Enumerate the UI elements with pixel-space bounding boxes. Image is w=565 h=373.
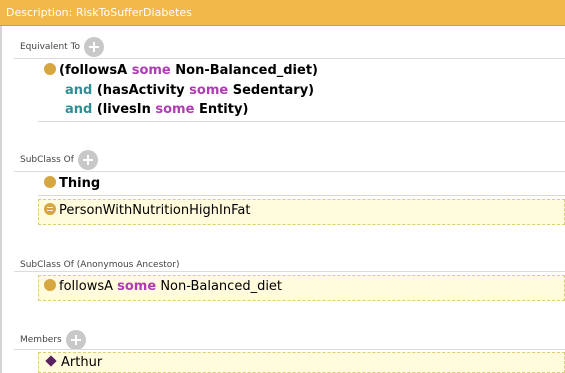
section-divider bbox=[14, 271, 565, 272]
members-header: Members bbox=[20, 330, 86, 350]
expr-text: (hasActivity bbox=[92, 83, 190, 98]
class-name: Thing bbox=[59, 176, 101, 191]
section-divider bbox=[14, 349, 565, 350]
section-divider bbox=[14, 171, 565, 172]
expr-text: Non-Balanced_diet bbox=[156, 279, 283, 294]
class-name: PersonWithNutritionHighInFat bbox=[59, 203, 251, 218]
expr-text: Entity) bbox=[194, 102, 249, 117]
equivalent-class-icon bbox=[44, 203, 56, 215]
equivalent-to-header: Equivalent To bbox=[20, 37, 105, 57]
description-title: Description: RiskToSufferDiabetes bbox=[6, 6, 192, 19]
member-item-highlight bbox=[38, 352, 565, 373]
subclass-of-header: SubClass Of bbox=[20, 150, 98, 170]
individual-name: Arthur bbox=[61, 355, 103, 370]
expr-text: (livesIn bbox=[92, 102, 156, 117]
class-dot-icon bbox=[44, 176, 56, 188]
section-divider bbox=[14, 58, 565, 59]
add-member-plus-icon[interactable] bbox=[65, 330, 86, 350]
subclass-item-thing[interactable]: Thing bbox=[44, 176, 100, 191]
expr-text: (followsA bbox=[59, 63, 132, 78]
equivalent-expression-line-3: and (livesIn some Entity) bbox=[65, 102, 248, 117]
keyword-some: some bbox=[155, 102, 195, 117]
class-dot-icon bbox=[44, 63, 56, 75]
equivalent-to-label: Equivalent To bbox=[20, 42, 81, 52]
members-label: Members bbox=[20, 335, 62, 345]
member-item-arthur[interactable]: Arthur bbox=[44, 355, 102, 370]
anonymous-ancestor-label: SubClass Of (Anonymous Ancestor) bbox=[20, 260, 180, 270]
equivalent-expression-line-1[interactable]: (followsA some Non-Balanced_diet) bbox=[44, 63, 318, 78]
expr-text: Non-Balanced_diet) bbox=[170, 63, 318, 78]
add-subclass-plus-icon[interactable] bbox=[77, 150, 98, 170]
subclass-item-person-with-nutrition[interactable]: PersonWithNutritionHighInFat bbox=[44, 203, 250, 218]
subclass-of-label: SubClass Of bbox=[20, 155, 74, 165]
description-title-bar: Description: RiskToSufferDiabetes bbox=[0, 0, 565, 26]
keyword-and: and bbox=[65, 83, 93, 98]
keyword-some: some bbox=[131, 63, 171, 78]
add-equivalent-plus-icon[interactable] bbox=[84, 37, 105, 57]
row-divider bbox=[38, 195, 565, 196]
class-dot-icon bbox=[44, 279, 56, 291]
keyword-and: and bbox=[65, 102, 93, 117]
keyword-some: some bbox=[189, 83, 229, 98]
expr-text: Sedentary) bbox=[228, 83, 315, 98]
expr-text: followsA bbox=[59, 279, 118, 294]
ancestor-item-follows-a[interactable]: followsA some Non-Balanced_diet bbox=[44, 279, 282, 294]
equivalent-expression-line-2: and (hasActivity some Sedentary) bbox=[65, 83, 314, 98]
row-divider bbox=[38, 121, 565, 122]
anonymous-ancestor-header: SubClass Of (Anonymous Ancestor) bbox=[20, 260, 180, 270]
frame-border bbox=[0, 26, 2, 373]
individual-diamond-icon bbox=[45, 355, 57, 367]
keyword-some: some bbox=[117, 279, 157, 294]
